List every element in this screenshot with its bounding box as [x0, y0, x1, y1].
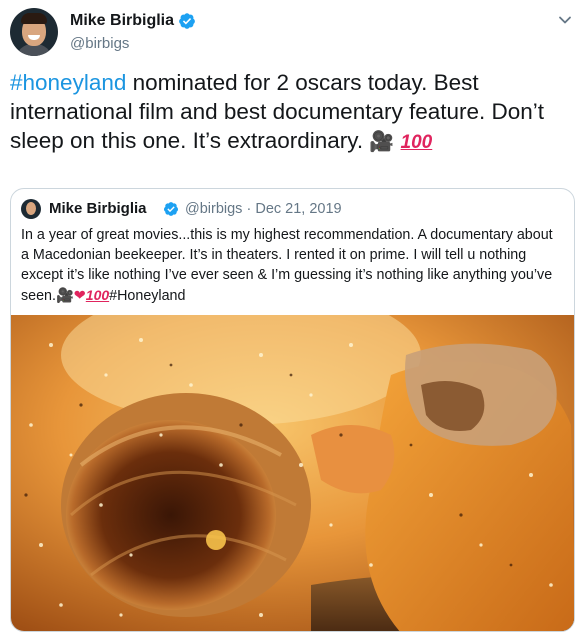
handle[interactable]: @birbigs	[70, 35, 196, 52]
honeyland-beekeeper-photo[interactable]	[11, 315, 575, 632]
hundred-points-emoji: 100	[400, 132, 433, 153]
quoted-date: Dec 21, 2019	[255, 201, 342, 217]
verified-badge-icon	[164, 202, 178, 216]
red-heart-emoji: ❤	[73, 288, 86, 304]
avatar-hair	[21, 13, 47, 24]
author-block[interactable]: Mike Birbiglia @birbigs	[70, 12, 196, 52]
quoted-tweet-header: Mike Birbiglia @birbigs · Dec 21, 2019	[21, 199, 561, 221]
quoted-handle: @birbigs	[185, 201, 243, 217]
quoted-tweet-card[interactable]: Mike Birbiglia @birbigs · Dec 21, 2019 I…	[10, 188, 575, 632]
avatar[interactable]	[10, 8, 58, 56]
quoted-meta: @birbigs · Dec 21, 2019	[185, 201, 342, 217]
tweet-header: Mike Birbiglia @birbigs	[10, 8, 575, 60]
quoted-tweet-text: In a year of great movies...this is my h…	[21, 225, 561, 306]
tweet-text: #honeyland nominated for 2 oscars today.…	[10, 68, 575, 157]
movie-camera-emoji: 🎥	[55, 288, 74, 304]
quoted-avatar	[21, 199, 41, 219]
verified-badge-icon	[179, 13, 195, 29]
hundred-points-emoji: 100	[85, 287, 110, 303]
meta-separator: ·	[246, 201, 252, 217]
quoted-display-name: Mike Birbiglia	[49, 200, 147, 217]
chevron-down-icon[interactable]	[557, 12, 573, 28]
display-name[interactable]: Mike Birbiglia	[70, 12, 174, 30]
movie-camera-emoji: 🎥	[369, 131, 395, 153]
hashtag-link[interactable]: #honeyland	[10, 70, 126, 95]
quoted-hashtag: #Honeyland	[109, 288, 186, 304]
